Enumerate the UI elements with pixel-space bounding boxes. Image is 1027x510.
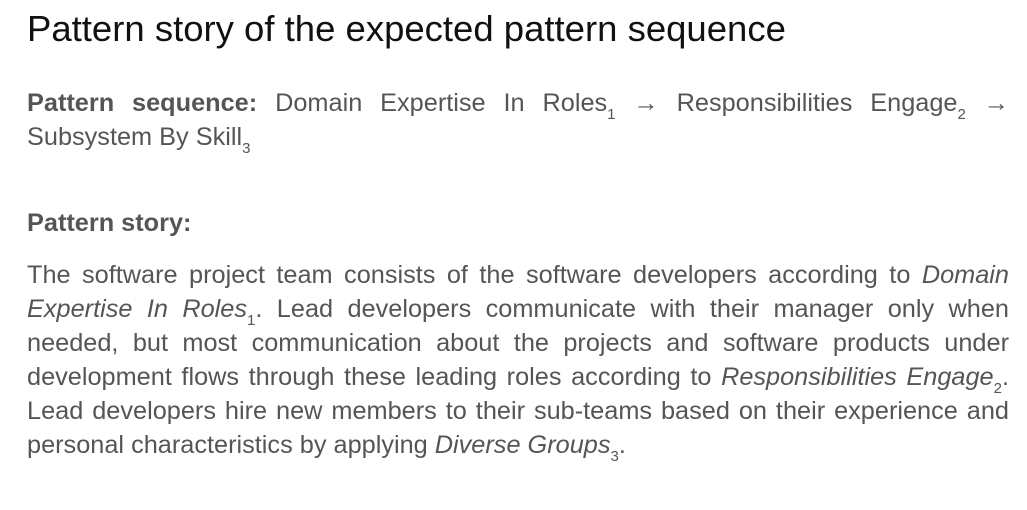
sequence-arrow-2: →	[983, 89, 1010, 117]
story-ref-3-index: 3	[610, 448, 619, 465]
pattern-sequence-label: Pattern sequence:	[27, 89, 258, 117]
sequence-item-1-index: 1	[607, 106, 616, 123]
story-ref-2-index: 2	[993, 380, 1002, 397]
sequence-item-2-index: 2	[957, 106, 966, 123]
sequence-item-3: Subsystem By Skill	[27, 123, 243, 151]
story-text-4: .	[618, 431, 626, 459]
sequence-item-3-index: 3	[242, 140, 251, 157]
pattern-story-text: The software project team consists of th…	[27, 258, 1009, 465]
page-title: Pattern story of the expected pattern se…	[27, 8, 786, 49]
story-text-1: The software project team consists of th…	[27, 261, 922, 289]
pattern-story-label: Pattern story:	[27, 209, 192, 237]
pattern-sequence: Pattern sequence: Domain Expertise In Ro…	[27, 86, 1010, 157]
sequence-item-1: Domain Expertise In Roles	[275, 89, 608, 117]
sequence-arrow-1: →	[633, 89, 659, 117]
story-ref-3: Diverse Groups	[434, 431, 611, 459]
story-ref-2: Responsibilities Engage	[721, 363, 994, 391]
sequence-item-2: Responsibilities Engage	[676, 89, 958, 117]
